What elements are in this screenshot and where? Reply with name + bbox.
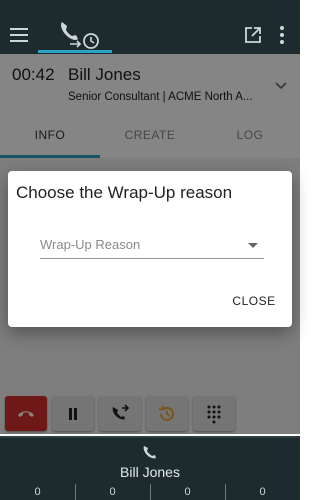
hamburger-menu-icon[interactable] [10,28,28,42]
more-vert-icon[interactable] [279,25,285,45]
top-app-bar [0,0,300,54]
dropdown-arrow-icon [248,243,258,248]
active-tab-underline [38,50,112,53]
counter-1: 0 [34,486,41,498]
counter-3: 0 [184,486,191,498]
queue-counters: 0 0 0 0 [0,484,300,500]
open-in-new-icon[interactable] [244,26,262,44]
active-call-name: Bill Jones [120,464,180,480]
phone-history-icon[interactable] [56,18,102,50]
close-button[interactable]: CLOSE [224,287,284,315]
phone-icon [142,444,158,460]
wrap-up-dialog: Choose the Wrap-Up reason Wrap-Up Reason… [8,171,292,327]
wrap-up-reason-select[interactable]: Wrap-Up Reason [40,235,264,259]
counter-4: 0 [259,486,266,498]
select-placeholder: Wrap-Up Reason [40,237,141,252]
bottom-call-bar: Bill Jones 0 0 0 0 [0,436,300,500]
dialog-title: Choose the Wrap-Up reason [16,183,233,202]
counter-2: 0 [109,486,116,498]
